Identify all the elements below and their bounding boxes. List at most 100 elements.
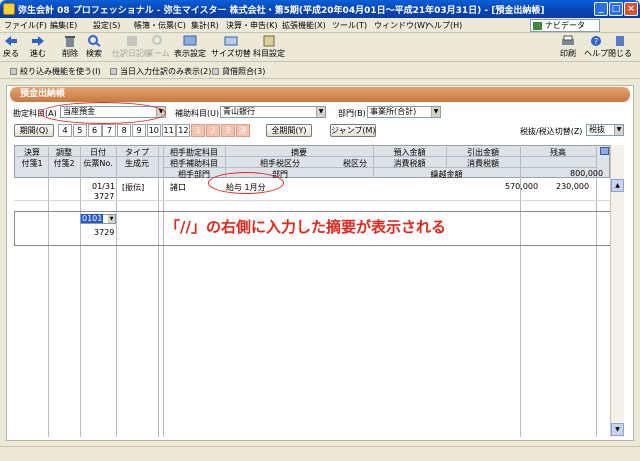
zoom-icon — [151, 35, 162, 45]
tax-toggle-label: 税抜/税込切替(Z) — [520, 127, 583, 136]
trash-icon — [65, 36, 75, 47]
menu-ledger[interactable]: 帳簿・伝票(C) — [134, 20, 186, 31]
display-settings-button[interactable]: 表示設定 — [174, 35, 206, 59]
search-icon — [88, 35, 101, 47]
close-ledger-button[interactable]: 閉じる — [608, 35, 632, 59]
month-button[interactable]: 10 — [146, 124, 161, 137]
maximize-button[interactable]: □ — [609, 2, 623, 16]
col-balance: 残高 — [550, 148, 566, 157]
annotation-text: 「//」の右側に入力した摘要が表示される — [165, 218, 446, 236]
today-toggle-icon — [110, 68, 117, 75]
col-memo: 摘要 — [291, 148, 307, 157]
month-button[interactable]: 7 — [102, 124, 117, 137]
col-tax2: 消費税額 — [467, 159, 499, 168]
col-deposit: 預入金額 — [393, 148, 426, 157]
row1-deposit[interactable]: 570,000 — [505, 182, 538, 191]
row1-date[interactable]: 01/31 — [92, 182, 115, 191]
menu-help[interactable]: ヘルプ(H) — [426, 20, 462, 31]
dept-select[interactable]: 事業所(合計) ▼ — [367, 106, 441, 118]
chevron-down-icon: ▼ — [316, 107, 325, 117]
dept-label: 部門(B) — [338, 109, 366, 118]
close-button[interactable]: × — [624, 2, 638, 16]
col-date: 日付 — [90, 148, 106, 157]
col-kessan: 決算 — [24, 148, 40, 157]
month-button[interactable]: 2 — [206, 124, 220, 137]
sub-account-select[interactable]: 青山銀行 ▼ — [220, 106, 326, 118]
menu-edit[interactable]: 編集(E) — [50, 20, 77, 31]
today-only-option[interactable]: 当日入力仕訳のみ表示(2) — [110, 66, 211, 77]
menu-extensions[interactable]: 拡張機能(X) — [282, 20, 326, 31]
minimize-button[interactable]: _ — [594, 2, 608, 16]
forward-arrow-icon — [32, 36, 44, 46]
grid-settings-icon[interactable] — [600, 147, 609, 155]
ledger-window — [6, 85, 634, 441]
month-button[interactable]: 4 — [58, 124, 72, 137]
col-counter-sub: 相手補助科目 — [170, 159, 218, 168]
month-button[interactable]: 決 — [235, 124, 250, 137]
row1-voucher: 3727 — [94, 192, 115, 201]
col-counter-account: 相手勘定科目 — [170, 148, 218, 157]
search-button[interactable]: 検索 — [86, 35, 102, 59]
forward-label: 進む — [30, 49, 46, 58]
col-fusen2: 付箋2 — [53, 159, 75, 168]
row1-account[interactable]: 諸口 — [170, 182, 186, 193]
toolbar: 戻る 進む 削除 検索 仕訳日記帳 ズーム 表示設定 サイズ切替 科目設定 印刷… — [0, 33, 640, 62]
navi-icon — [533, 22, 542, 30]
row1-withdrawal[interactable]: 230,000 — [556, 182, 589, 191]
menu-aggregate[interactable]: 集計(R) — [191, 20, 219, 31]
print-icon — [562, 35, 574, 45]
month-button[interactable]: 6 — [87, 124, 102, 137]
scroll-down-icon[interactable]: ▼ — [611, 423, 624, 436]
grid-scrollbar[interactable]: ▲ ▼ — [610, 145, 624, 437]
filter-toggle-icon — [10, 68, 17, 75]
col-tax1: 消費税額 — [393, 159, 426, 168]
chevron-down-icon: ▼ — [614, 125, 623, 135]
month-button[interactable]: 3 — [220, 124, 235, 137]
col-source: 生成元 — [125, 159, 149, 168]
carryover-value: 800,000 — [570, 169, 604, 178]
filter-option[interactable]: 絞り込み機能を使う(I) — [10, 66, 101, 77]
col-chosei: 調整 — [56, 148, 72, 157]
journal-icon — [127, 36, 137, 46]
account-settings-button[interactable]: 科目設定 — [253, 35, 285, 59]
display-settings-icon — [183, 35, 197, 46]
month-button[interactable]: 11 — [161, 124, 176, 137]
forward-button[interactable]: 進む — [30, 35, 46, 59]
print-label: 印刷 — [560, 49, 576, 58]
ledger-header: 預金出納帳 — [10, 87, 630, 102]
delete-button[interactable]: 削除 — [62, 35, 78, 59]
size-toggle-button[interactable]: サイズ切替 — [211, 35, 251, 59]
menu-window[interactable]: ウィンドウ(W) — [374, 20, 428, 31]
col-fusen1: 付箋1 — [21, 159, 43, 168]
menu-bar: ファイル(F) 編集(E) 設定(S) 帳簿・伝票(C) 集計(R) 決算・申告… — [0, 18, 640, 33]
help-label: ヘルプ — [584, 49, 608, 58]
menu-tools[interactable]: ツール(T) — [332, 20, 367, 31]
jump-button[interactable]: ジャンプ(M) — [330, 124, 376, 137]
row1-type[interactable]: [振伝] — [122, 182, 144, 193]
svg-text:?: ? — [594, 37, 598, 46]
highlight-ring-account — [40, 102, 166, 124]
all-period-button[interactable]: 全期間(Y) — [266, 124, 312, 137]
balance-check-option[interactable]: 貸借照合(3) — [212, 66, 265, 77]
tax-select[interactable]: 税抜 ▼ — [586, 124, 624, 136]
month-button[interactable]: 9 — [132, 124, 146, 137]
account-settings-label: 科目設定 — [253, 49, 285, 58]
back-button[interactable]: 戻る — [3, 35, 19, 59]
month-button[interactable]: 5 — [72, 124, 87, 137]
menu-file[interactable]: ファイル(F) — [4, 20, 47, 31]
help-button[interactable]: ? ヘルプ — [584, 35, 608, 59]
close-door-icon — [616, 36, 624, 46]
month-button[interactable]: 8 — [117, 124, 132, 137]
period-button[interactable]: 期間(Q) — [14, 124, 54, 137]
zoom-button[interactable]: ズーム — [146, 35, 170, 59]
size-toggle-label: サイズ切替 — [211, 49, 251, 58]
month-button[interactable]: 1 — [191, 124, 206, 137]
highlight-ring-memo — [208, 172, 284, 194]
scroll-up-icon[interactable]: ▲ — [611, 179, 624, 192]
menu-closing[interactable]: 決算・申告(K) — [226, 20, 278, 31]
close-ledger-label: 閉じる — [608, 49, 632, 58]
menu-settings[interactable]: 設定(S) — [93, 20, 120, 31]
navi-data-box[interactable]: ナビデータ — [530, 19, 600, 32]
print-button[interactable]: 印刷 — [560, 35, 576, 59]
month-button[interactable]: 12 — [176, 124, 191, 137]
